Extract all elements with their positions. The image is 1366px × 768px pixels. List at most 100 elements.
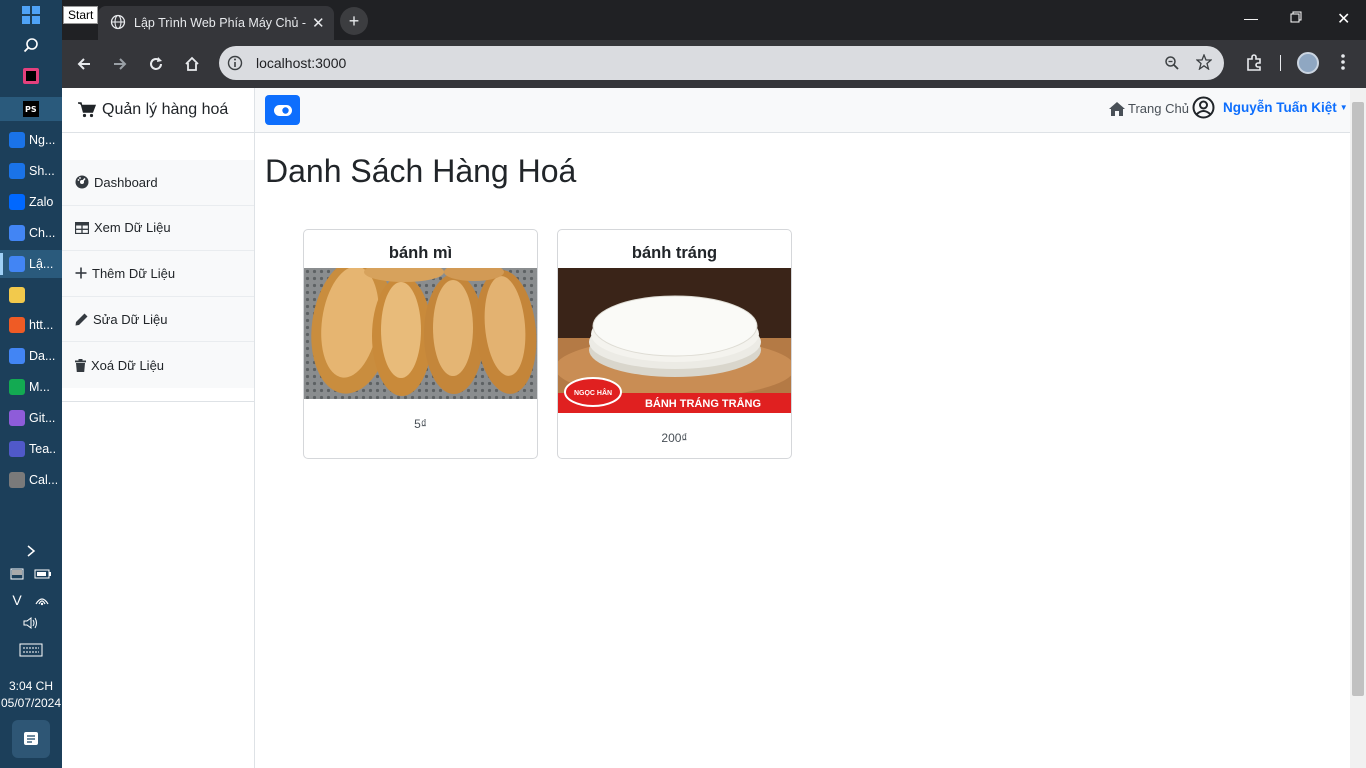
banner-text: BÁNH TRÁNG TRẮNG [645,397,761,410]
sidebar-item-xoa-du-lieu[interactable]: Xoá Dữ Liệu [62,342,254,388]
close-window-icon[interactable]: ✕ [1337,9,1350,29]
trash-icon [75,358,86,372]
dashboard-icon [75,175,89,189]
taskbar-app-webstorm[interactable]: Sh... [0,157,62,185]
volume-icon[interactable] [0,616,62,633]
taskbar-app-label: Sh... [29,164,55,178]
clock-date: 05/07/2024 [0,696,62,710]
sidebar-item-dashboard[interactable]: Dashboard [62,160,254,206]
nav-home-label: Trang Chủ [1128,101,1189,116]
teams-icon [9,441,25,457]
sidebar-item-xem-du-lieu[interactable]: Xem Dữ Liệu [62,206,254,252]
user-name: Nguyễn Tuấn Kiệt [1223,100,1337,115]
reload-icon[interactable] [144,52,168,76]
display-icon[interactable] [10,568,24,583]
taskbar-app-mongodb[interactable]: M... [0,373,62,401]
globe-icon [110,14,126,33]
mongodb-icon [9,379,25,395]
profile-avatar[interactable] [1297,52,1319,74]
cart-icon [78,102,96,118]
user-circle-icon [1192,96,1215,119]
clock-time: 3:04 CH [8,679,54,693]
scrollbar-thumb[interactable] [1352,102,1364,696]
table-icon [75,221,89,234]
brand-stamp: NGỌC HÂN [574,388,612,397]
chevron-right-icon[interactable] [0,544,62,561]
page-title: Danh Sách Hàng Hoá [265,153,577,189]
product-image-banh-trang: BÁNH TRÁNG TRẮNG NGỌC HÂN [558,268,791,413]
browser-menu-icon[interactable] [1337,53,1349,76]
restore-icon[interactable] [1290,10,1302,26]
vpn-icon[interactable]: V [12,592,21,609]
github-desktop-icon [9,410,25,426]
bookmark-star-icon[interactable] [1195,53,1213,75]
taskbar-app-chrome[interactable]: Da... [0,342,62,370]
product-name: bánh tráng [631,243,718,262]
toolbar-divider [1280,55,1281,71]
webstorm-icon [9,163,25,179]
notification-icon[interactable] [12,720,50,758]
taskbar-app-label: Lậ... [29,257,54,271]
plus-icon [75,267,87,279]
url-text: localhost:3000 [256,55,347,71]
user-dropdown[interactable]: Nguyễn Tuấn Kiệt ▼ [1192,96,1348,119]
taskbar-app-label: Ng... [29,133,56,147]
sidebar-brand[interactable]: Quản lý hàng hoá [62,88,255,133]
sidebar-divider [62,401,255,402]
tab-title: Lập Trình Web Phía Máy Chủ - N [134,16,306,30]
phpstorm-icon[interactable]: PS [0,97,62,121]
keyboard-icon[interactable] [0,643,62,660]
chrome-icon [9,348,25,364]
chrome-icon [9,256,25,272]
windows-start-icon[interactable] [0,6,62,27]
taskbar-app-postman[interactable]: htt... [0,311,62,339]
sidebar-item-sua-du-lieu[interactable]: Sửa Dữ Liệu [62,297,254,343]
product-card[interactable]: bánh tráng BÁNH TRÁNG TRẮNG NGỌC HÂN 200… [557,229,792,459]
home-icon [1109,101,1125,116]
taskbar-app-webstorm[interactable]: Ng... [0,126,62,154]
intellij-icon[interactable] [0,68,62,87]
taskbar-app-github-desktop[interactable]: Git... [0,404,62,432]
taskbar-app-teams[interactable]: Tea... [0,435,62,463]
start-tooltip: Start [63,6,99,24]
taskbar-app-label: Git... [29,411,56,425]
close-tab-icon[interactable]: ✕ [312,14,325,32]
taskbar-app-label: Da... [29,349,56,363]
address-bar[interactable] [219,46,1224,80]
sidebar-item-them-du-lieu[interactable]: Thêm Dữ Liệu [62,251,254,297]
sidebar-toggle-button[interactable] [265,95,300,125]
taskbar-clock[interactable]: 3:04 CH 05/07/2024 [0,678,62,712]
caret-down-icon: ▼ [1339,103,1348,112]
taskbar-app-chrome[interactable]: Lậ... [0,250,62,278]
product-price: 5₫ [414,417,427,431]
product-card[interactable]: bánh mì 5₫ [303,229,538,459]
wifi-icon[interactable] [34,592,50,609]
browser-tab[interactable]: Lập Trình Web Phía Máy Chủ - N ✕ [98,6,334,40]
sidebar-item-label: Thêm Dữ Liệu [92,265,176,281]
home-icon[interactable] [180,52,204,76]
new-tab-button[interactable]: + [340,7,368,35]
taskbar-app-label: Ch... [29,226,56,240]
sidebar-item-label: Xem Dữ Liệu [94,220,171,236]
zoom-icon[interactable] [1164,55,1180,76]
product-image-banh-mi [304,268,537,399]
taskbar-app-file-explorer[interactable] [0,281,62,309]
zalo-icon [9,194,25,210]
forward-icon[interactable] [108,52,132,76]
pencil-icon [75,313,88,326]
taskbar-app-zalo[interactable]: Zalo [0,188,62,216]
chrome-icon [9,225,25,241]
taskbar-app-label: htt... [29,318,54,332]
taskbar-app-label: Tea... [29,442,57,456]
battery-icon[interactable] [34,568,52,583]
back-icon[interactable] [72,52,96,76]
nav-home-link[interactable]: Trang Chủ [1109,101,1189,116]
taskbar-app-calculator[interactable]: Cal... [0,466,62,494]
taskbar-app-chrome[interactable]: Ch... [0,219,62,247]
minimize-icon[interactable]: — [1244,10,1258,26]
toggle-icon [273,104,292,116]
site-info-icon[interactable] [227,55,243,76]
extensions-icon[interactable] [1245,54,1263,77]
calculator-icon [9,472,25,488]
search-icon[interactable] [0,37,62,56]
